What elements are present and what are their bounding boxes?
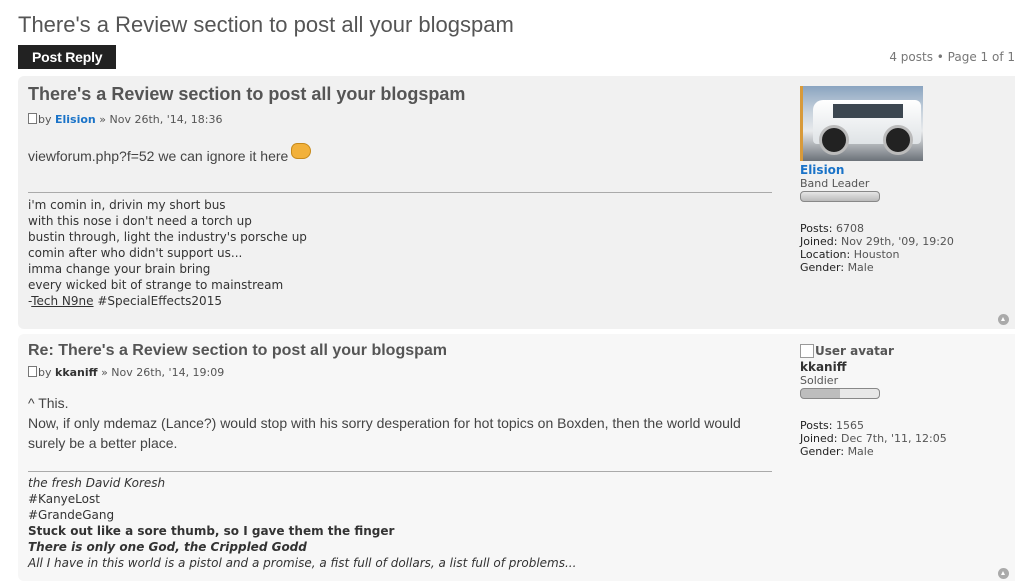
- signature-line: Stuck out like a sore thumb, so I gave t…: [28, 524, 395, 538]
- profile-rank: Band Leader: [800, 177, 870, 190]
- stat-posts: Posts: 1565: [800, 419, 864, 432]
- stat-joined: Joined: Nov 29th, '09, 19:20: [800, 235, 954, 248]
- profile-username[interactable]: kkaniff: [800, 360, 1000, 374]
- signature-tag: #SpecialEffects2015: [93, 294, 222, 308]
- post-date: » Nov 26th, '14, 19:09: [101, 366, 225, 379]
- post-1: There's a Review section to post all you…: [18, 76, 1015, 329]
- post-icon[interactable]: [28, 366, 37, 377]
- post-reply-button[interactable]: Post Reply: [18, 45, 117, 69]
- posts-count-link[interactable]: 1565: [836, 419, 864, 432]
- post-title[interactable]: Re: There's a Review section to post all…: [28, 342, 772, 360]
- signature-line: with this nose i don't need a torch up: [28, 214, 252, 228]
- avatar-alt-text: User avatar: [815, 344, 894, 358]
- signature-divider: [28, 192, 772, 193]
- signature-credit-line: -Tech N9ne #SpecialEffects2015: [28, 293, 772, 309]
- post-date: » Nov 26th, '14, 18:36: [99, 113, 223, 126]
- content-line: viewforum.php?f=52 we can ignore it here: [28, 148, 289, 164]
- signature-line: every wicked bit of strange to mainstrea…: [28, 278, 284, 292]
- content-line: Now, if only mdemaz (Lance?) would stop …: [28, 415, 741, 451]
- signature-link[interactable]: Tech N9ne: [31, 294, 93, 308]
- posts-count-link[interactable]: 6708: [836, 222, 864, 235]
- profile-rank: Soldier: [800, 374, 839, 387]
- post-icon[interactable]: [28, 113, 37, 124]
- back-to-top-icon[interactable]: [998, 568, 1009, 579]
- car-wheel: [883, 125, 913, 155]
- broken-image-icon: [800, 344, 814, 358]
- signature-line: comin after who didn't support us...: [28, 246, 243, 260]
- back-to-top-icon[interactable]: [998, 314, 1009, 325]
- content-line: ^ This.: [28, 395, 69, 411]
- post-profile: Elision Band Leader Posts: 6708 Joined: …: [800, 86, 1000, 274]
- by-label: by: [38, 113, 52, 126]
- stat-joined: Joined: Dec 7th, '11, 12:05: [800, 432, 947, 445]
- stat-gender: Gender: Male: [800, 445, 874, 458]
- pagination: 4 posts • Page 1 of 1: [889, 50, 1015, 64]
- page-title: There's a Review section to post all you…: [18, 12, 514, 37]
- signature-line: imma change your brain bring: [28, 262, 211, 276]
- signature-line: #GrandeGang: [28, 508, 115, 522]
- car-window: [833, 104, 903, 118]
- author-link[interactable]: kkaniff: [55, 366, 98, 379]
- stat-gender: Gender: Male: [800, 261, 874, 274]
- rank-image: [800, 388, 880, 399]
- author-link[interactable]: Elision: [55, 113, 96, 126]
- stat-posts: Posts: 6708: [800, 222, 864, 235]
- post-author-line: by kkaniff » Nov 26th, '14, 19:09: [28, 366, 772, 379]
- post-title[interactable]: There's a Review section to post all you…: [28, 84, 772, 105]
- post-body: There's a Review section to post all you…: [28, 84, 772, 309]
- signature-divider: [28, 471, 772, 472]
- post-content: ^ This. Now, if only mdemaz (Lance?) wou…: [28, 393, 772, 453]
- post-author-line: by Elision » Nov 26th, '14, 18:36: [28, 113, 772, 126]
- smiley-icon: [291, 143, 312, 159]
- by-label: by: [38, 366, 52, 379]
- profile-username[interactable]: Elision: [800, 163, 1000, 177]
- profile-stats: Posts: 6708 Joined: Nov 29th, '09, 19:20…: [800, 222, 1000, 274]
- avatar[interactable]: User avatar: [800, 344, 1000, 358]
- signature-line: the fresh David Koresh: [28, 476, 166, 490]
- signature: the fresh David Koresh #KanyeLost #Grand…: [28, 475, 772, 571]
- stat-location: Location: Houston: [800, 248, 900, 261]
- rank-image: [800, 191, 880, 202]
- post-2: Re: There's a Review section to post all…: [18, 334, 1015, 581]
- avatar[interactable]: [800, 86, 923, 161]
- post-content: viewforum.php?f=52 we can ignore it here: [28, 143, 772, 166]
- post-profile: User avatar kkaniff Soldier Posts: 1565 …: [800, 344, 1000, 458]
- signature-line: There is only one God, the Crippled Godd: [28, 540, 307, 554]
- post-body: Re: There's a Review section to post all…: [28, 342, 772, 571]
- profile-stats: Posts: 1565 Joined: Dec 7th, '11, 12:05 …: [800, 419, 1000, 458]
- signature-line: i'm comin in, drivin my short bus: [28, 198, 226, 212]
- signature-line: bustin through, light the industry's por…: [28, 230, 307, 244]
- signature-line: #KanyeLost: [28, 492, 100, 506]
- car-wheel: [819, 125, 849, 155]
- signature-line: All I have in this world is a pistol and…: [28, 556, 577, 570]
- signature: i'm comin in, drivin my short bus with t…: [28, 197, 772, 309]
